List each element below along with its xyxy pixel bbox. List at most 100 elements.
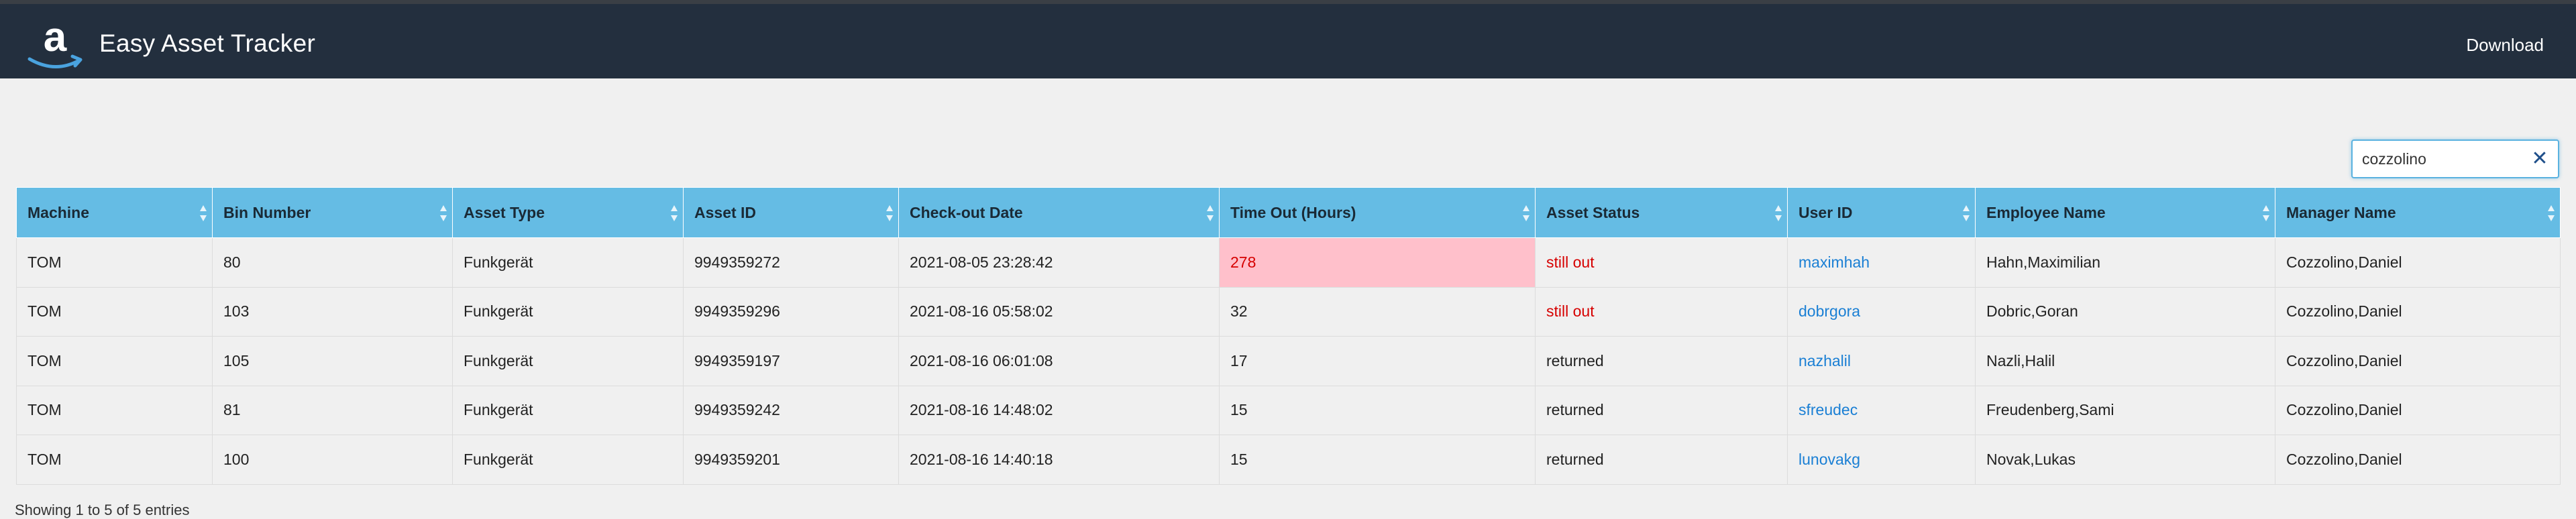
cell-employee-name: Novak,Lukas — [1975, 435, 2275, 485]
cell-bin-number: 103 — [212, 286, 453, 337]
cell-asset-type: Funkgerät — [452, 237, 684, 288]
download-link[interactable]: Download — [2466, 34, 2544, 56]
cell-machine: TOM — [16, 286, 213, 337]
sort-icon[interactable] — [1207, 205, 1214, 221]
cell-bin-number: 80 — [212, 237, 453, 288]
cell-user-id: lunovakg — [1787, 435, 1976, 485]
cell-time-out: 15 — [1219, 435, 1536, 485]
cell-asset-type: Funkgerät — [452, 336, 684, 386]
column-label: User ID — [1799, 203, 1853, 221]
column-label: Time Out (Hours) — [1230, 203, 1356, 221]
cell-asset-id: 9949359242 — [683, 385, 899, 435]
cell-machine: TOM — [16, 336, 213, 386]
cell-machine: TOM — [16, 435, 213, 485]
close-icon[interactable]: ✕ — [2530, 149, 2550, 169]
cell-checkout-date: 2021-08-16 05:58:02 — [898, 286, 1220, 337]
navbar: a Easy Asset Tracker Download — [0, 4, 2576, 78]
cell-asset-type: Funkgerät — [452, 385, 684, 435]
asset-table: Machine Bin Number Asset Type Asset ID C… — [16, 187, 2561, 485]
cell-time-out: 17 — [1219, 336, 1536, 386]
column-label: Manager Name — [2286, 203, 2396, 221]
cell-time-out: 32 — [1219, 286, 1536, 337]
cell-asset-id: 9949359296 — [683, 286, 899, 337]
column-header-time-out[interactable]: Time Out (Hours) — [1219, 187, 1536, 238]
user-id-link[interactable]: sfreudec — [1799, 401, 1858, 418]
column-header-manager-name[interactable]: Manager Name — [2275, 187, 2561, 238]
sort-icon[interactable] — [1963, 205, 1970, 221]
column-label: Asset Status — [1546, 203, 1640, 221]
cell-time-out-overdue: 278 — [1219, 237, 1536, 288]
user-id-link[interactable]: nazhalil — [1799, 352, 1851, 369]
sort-icon[interactable] — [1523, 205, 1529, 221]
cell-asset-type: Funkgerät — [452, 286, 684, 337]
cell-bin-number: 105 — [212, 336, 453, 386]
cell-asset-id: 9949359201 — [683, 435, 899, 485]
cell-time-out: 15 — [1219, 385, 1536, 435]
cell-manager-name: Cozzolino,Daniel — [2275, 286, 2561, 337]
column-header-asset-id[interactable]: Asset ID — [683, 187, 899, 238]
sort-icon[interactable] — [2548, 205, 2555, 221]
table-row: TOM 80 Funkgerät 9949359272 2021-08-05 2… — [16, 237, 2561, 288]
column-label: Machine — [28, 203, 90, 221]
cell-manager-name: Cozzolino,Daniel — [2275, 237, 2561, 288]
table-header-row: Machine Bin Number Asset Type Asset ID C… — [16, 187, 2561, 238]
search-box: ✕ — [2351, 139, 2559, 178]
sort-icon[interactable] — [2263, 205, 2269, 221]
column-header-bin-number[interactable]: Bin Number — [212, 187, 453, 238]
app-title: Easy Asset Tracker — [99, 30, 316, 57]
table-info: Showing 1 to 5 of 5 entries — [15, 502, 190, 518]
cell-asset-type: Funkgerät — [452, 435, 684, 485]
cell-manager-name: Cozzolino,Daniel — [2275, 385, 2561, 435]
cell-asset-status: returned — [1535, 385, 1788, 435]
cell-asset-id: 9949359272 — [683, 237, 899, 288]
cell-machine: TOM — [16, 237, 213, 288]
cell-user-id: sfreudec — [1787, 385, 1976, 435]
cell-asset-status: returned — [1535, 336, 1788, 386]
amazon-logo-icon: a — [28, 17, 83, 68]
cell-employee-name: Dobric,Goran — [1975, 286, 2275, 337]
table-row: TOM 103 Funkgerät 9949359296 2021-08-16 … — [16, 286, 2561, 337]
sort-icon[interactable] — [200, 205, 207, 221]
cell-bin-number: 81 — [212, 385, 453, 435]
cell-manager-name: Cozzolino,Daniel — [2275, 435, 2561, 485]
cell-user-id: dobrgora — [1787, 286, 1976, 337]
cell-checkout-date: 2021-08-05 23:28:42 — [898, 237, 1220, 288]
search-input[interactable] — [2362, 141, 2523, 177]
sort-icon[interactable] — [1775, 205, 1782, 221]
cell-user-id: nazhalil — [1787, 336, 1976, 386]
cell-asset-status: still out — [1535, 237, 1788, 288]
table-row: TOM 81 Funkgerät 9949359242 2021-08-16 1… — [16, 385, 2561, 435]
sort-icon[interactable] — [886, 205, 893, 221]
cell-asset-status: still out — [1535, 286, 1788, 337]
cell-asset-id: 9949359197 — [683, 336, 899, 386]
column-header-asset-type[interactable]: Asset Type — [452, 187, 684, 238]
column-label: Check-out Date — [910, 203, 1023, 221]
user-id-link[interactable]: maximhah — [1799, 253, 1870, 271]
logo-letter: a — [44, 17, 67, 60]
column-header-user-id[interactable]: User ID — [1787, 187, 1976, 238]
cell-checkout-date: 2021-08-16 06:01:08 — [898, 336, 1220, 386]
column-header-machine[interactable]: Machine — [16, 187, 213, 238]
column-header-employee-name[interactable]: Employee Name — [1975, 187, 2275, 238]
column-label: Bin Number — [223, 203, 311, 221]
sort-icon[interactable] — [671, 205, 678, 221]
cell-machine: TOM — [16, 385, 213, 435]
cell-employee-name: Nazli,Halil — [1975, 336, 2275, 386]
column-label: Employee Name — [1986, 203, 2106, 221]
cell-manager-name: Cozzolino,Daniel — [2275, 336, 2561, 386]
sort-icon[interactable] — [440, 205, 447, 221]
cell-asset-status: returned — [1535, 435, 1788, 485]
user-id-link[interactable]: lunovakg — [1799, 451, 1860, 468]
cell-bin-number: 100 — [212, 435, 453, 485]
table-row: TOM 100 Funkgerät 9949359201 2021-08-16 … — [16, 435, 2561, 485]
column-label: Asset Type — [464, 203, 545, 221]
column-header-checkout-date[interactable]: Check-out Date — [898, 187, 1220, 238]
table-row: TOM 105 Funkgerät 9949359197 2021-08-16 … — [16, 336, 2561, 386]
cell-user-id: maximhah — [1787, 237, 1976, 288]
cell-employee-name: Hahn,Maximilian — [1975, 237, 2275, 288]
column-header-asset-status[interactable]: Asset Status — [1535, 187, 1788, 238]
cell-employee-name: Freudenberg,Sami — [1975, 385, 2275, 435]
user-id-link[interactable]: dobrgora — [1799, 302, 1860, 320]
column-label: Asset ID — [694, 203, 757, 221]
cell-checkout-date: 2021-08-16 14:48:02 — [898, 385, 1220, 435]
